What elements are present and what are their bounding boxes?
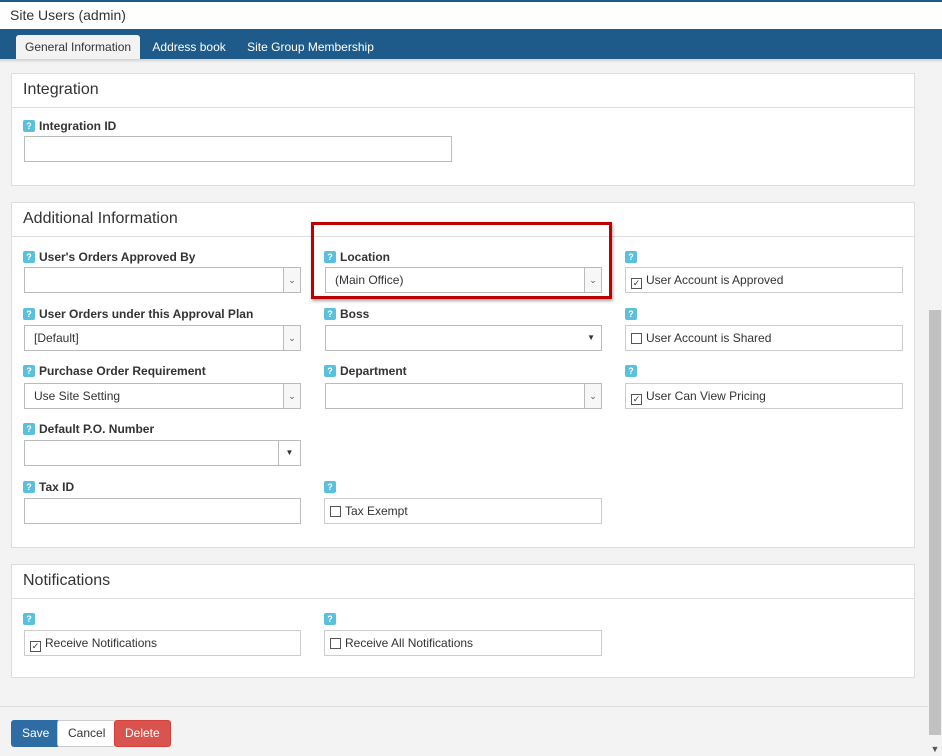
location-value: (Main Office) — [335, 273, 404, 287]
po-requirement-value: Use Site Setting — [34, 389, 121, 403]
help-icon[interactable]: ? — [23, 308, 35, 320]
checkbox-icon[interactable] — [330, 506, 341, 517]
help-icon[interactable]: ? — [324, 251, 336, 263]
boss-label: Boss — [340, 307, 370, 321]
approval-plan-select[interactable]: [Default] ⌄ — [24, 325, 301, 351]
notifications-panel: Notifications ? ✓ Receive Notifications ?… — [11, 564, 915, 678]
account-approved-checkbox[interactable]: ✓ User Account is Approved — [625, 267, 903, 293]
integration-id-input[interactable] — [24, 136, 452, 162]
chevron-down-icon[interactable]: ⌄ — [283, 326, 300, 350]
help-icon[interactable]: ? — [625, 308, 637, 320]
location-field: ? Location — [324, 249, 390, 265]
help-icon[interactable]: ? — [23, 251, 35, 263]
approval-plan-value: [Default] — [34, 331, 79, 345]
page-title: Site Users (admin) — [10, 7, 126, 23]
help-icon[interactable]: ? — [324, 613, 336, 625]
tab-shadow — [0, 59, 942, 63]
chevron-down-icon[interactable]: ⌄ — [584, 384, 601, 408]
caret-down-icon[interactable]: ▼ — [587, 326, 595, 350]
tax-id-field: ? Tax ID — [23, 479, 74, 495]
help-icon[interactable]: ? — [625, 365, 637, 377]
window-title: Site Users (admin) — [0, 2, 942, 29]
scrollbar-thumb[interactable] — [929, 310, 941, 735]
help-icon[interactable]: ? — [625, 251, 637, 263]
help-icon[interactable]: ? — [23, 423, 35, 435]
checkbox-icon[interactable] — [330, 638, 341, 649]
chevron-down-icon[interactable]: ⌄ — [283, 384, 300, 408]
cancel-button[interactable]: Cancel — [57, 720, 117, 747]
footer-divider — [0, 706, 928, 707]
default-po-field: ? Default P.O. Number — [23, 421, 154, 437]
tax-exempt-help: ? — [324, 479, 340, 495]
orders-approved-by-select[interactable]: ⌄ — [24, 267, 301, 293]
chevron-down-icon[interactable]: ⌄ — [283, 268, 300, 292]
tab-general-information[interactable]: General Information — [16, 35, 141, 59]
receive-all-label: Receive All Notifications — [345, 636, 474, 650]
integration-id-field: ? Integration ID — [23, 118, 116, 134]
checkbox-icon[interactable] — [631, 333, 642, 344]
help-icon[interactable]: ? — [324, 481, 336, 493]
department-select[interactable]: ⌄ — [325, 383, 602, 409]
account-shared-checkbox[interactable]: User Account is Shared — [625, 325, 903, 351]
po-requirement-label: Purchase Order Requirement — [39, 364, 206, 378]
additional-info-header: Additional Information — [12, 203, 914, 237]
boss-field: ? Boss — [324, 306, 369, 322]
integration-panel: Integration ? Integration ID — [11, 73, 915, 186]
tax-id-input[interactable] — [24, 498, 301, 524]
department-label: Department — [340, 364, 407, 378]
receive-notifications-label: Receive Notifications — [45, 636, 158, 650]
boss-dropdown[interactable]: ▼ — [325, 325, 602, 351]
po-requirement-field: ? Purchase Order Requirement — [23, 363, 206, 379]
help-icon[interactable]: ? — [23, 613, 35, 625]
receive-notifications-checkbox[interactable]: ✓ Receive Notifications — [24, 630, 301, 656]
help-icon[interactable]: ? — [23, 120, 35, 132]
receive-all-checkbox[interactable]: Receive All Notifications — [324, 630, 602, 656]
delete-button[interactable]: Delete — [114, 720, 171, 747]
approval-plan-field: ? User Orders under this Approval Plan — [23, 306, 253, 322]
help-icon[interactable]: ? — [23, 481, 35, 493]
view-pricing-checkbox[interactable]: ✓ User Can View Pricing — [625, 383, 903, 409]
view-pricing-label: User Can View Pricing — [646, 389, 766, 403]
save-button[interactable]: Save — [11, 720, 61, 747]
help-icon[interactable]: ? — [324, 308, 336, 320]
department-field: ? Department — [324, 363, 407, 379]
tab-bar: General Information Address book Site Gr… — [0, 29, 942, 59]
tax-exempt-label: Tax Exempt — [345, 504, 408, 518]
tab-site-group-membership[interactable]: Site Group Membership — [238, 35, 383, 59]
account-approved-label: User Account is Approved — [646, 273, 784, 287]
checkbox-icon[interactable]: ✓ — [631, 278, 642, 289]
tab-address-book[interactable]: Address book — [143, 35, 234, 59]
chevron-down-icon[interactable]: ⌄ — [584, 268, 601, 292]
additional-info-panel: Additional Information ? User's Orders Ap… — [11, 202, 915, 548]
notifications-header: Notifications — [12, 565, 914, 599]
default-po-combobox[interactable]: ▼ — [24, 440, 301, 466]
account-approved-help: ? — [625, 249, 641, 265]
location-select[interactable]: (Main Office) ⌄ — [325, 267, 602, 293]
scroll-down-icon[interactable]: ▼ — [928, 742, 942, 756]
integration-header: Integration — [12, 74, 914, 108]
view-pricing-help: ? — [625, 363, 641, 379]
po-requirement-select[interactable]: Use Site Setting ⌄ — [24, 383, 301, 409]
tax-id-label: Tax ID — [39, 480, 75, 494]
account-shared-label: User Account is Shared — [646, 331, 772, 345]
orders-approved-by-label: User's Orders Approved By — [39, 250, 196, 264]
location-label: Location — [340, 250, 390, 264]
receive-all-help: ? — [324, 611, 340, 627]
account-shared-help: ? — [625, 306, 641, 322]
receive-notifications-help: ? — [23, 611, 39, 627]
tax-exempt-checkbox[interactable]: Tax Exempt — [324, 498, 602, 524]
help-icon[interactable]: ? — [324, 365, 336, 377]
default-po-label: Default P.O. Number — [39, 422, 155, 436]
checkbox-icon[interactable]: ✓ — [631, 394, 642, 405]
integration-id-label: Integration ID — [39, 119, 117, 133]
approval-plan-label: User Orders under this Approval Plan — [39, 307, 254, 321]
checkbox-icon[interactable]: ✓ — [30, 641, 41, 652]
help-icon[interactable]: ? — [23, 365, 35, 377]
caret-down-icon[interactable]: ▼ — [278, 441, 300, 465]
orders-approved-by-field: ? User's Orders Approved By — [23, 249, 195, 265]
